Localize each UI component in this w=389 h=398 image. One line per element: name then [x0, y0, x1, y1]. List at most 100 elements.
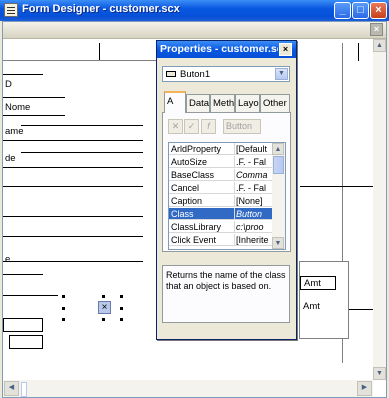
form-line: [3, 295, 58, 296]
property-value: [None]: [234, 195, 274, 207]
property-list-scrollbar[interactable]: ▲ ▼: [272, 143, 285, 249]
property-value: c:\proo: [234, 221, 274, 233]
field-label: D: [5, 79, 12, 90]
properties-title: Properties - customer.scx: [160, 43, 278, 55]
tab-methods[interactable]: Meth: [210, 94, 235, 112]
resize-handle[interactable]: [102, 318, 105, 321]
command-button-icon: [166, 71, 176, 77]
property-name: ArldProperty: [171, 144, 222, 154]
property-value: .F. - Fal: [234, 156, 274, 168]
tab-other[interactable]: Other: [260, 94, 290, 112]
scroll-thumb[interactable]: [21, 382, 27, 397]
window-title: Form Designer - customer.scx: [22, 3, 180, 15]
form-line: [3, 140, 143, 141]
object-select[interactable]: Buton1 ▼: [162, 66, 290, 82]
close-button[interactable]: ×: [370, 2, 387, 19]
property-value: Comma: [234, 169, 274, 181]
property-value: [Inherite: [234, 234, 274, 246]
resize-handle[interactable]: [120, 295, 123, 298]
property-row[interactable]: AutoSize .F. - Fal: [169, 156, 272, 168]
form-line: [3, 274, 43, 275]
function-icon[interactable]: f: [201, 119, 216, 134]
selected-command-button[interactable]: ×: [98, 301, 111, 314]
accept-edit-icon[interactable]: ✓: [184, 119, 199, 134]
form-line: [99, 43, 100, 61]
property-name: Cancel: [171, 183, 200, 193]
field-label: Nome: [5, 102, 31, 113]
properties-title-bar[interactable]: Properties - customer.scx ×: [157, 41, 296, 58]
property-value: [Default: [234, 143, 274, 155]
resize-handle[interactable]: [102, 295, 105, 298]
form-line: [3, 60, 158, 61]
form-designer-window: Form Designer - customer.scx _ □ × × D N…: [0, 0, 389, 398]
amount-label: Amt: [304, 278, 321, 289]
chevron-down-icon[interactable]: ▼: [275, 68, 288, 80]
property-row[interactable]: Click Event [Inherite: [169, 234, 272, 246]
vertical-scrollbar[interactable]: ▲ ▼: [373, 39, 386, 380]
property-name: Caption: [171, 196, 203, 206]
field-label: e: [5, 254, 11, 265]
property-row[interactable]: Cancel .F. - Fal: [169, 182, 272, 194]
property-value: .F. - Fal: [234, 182, 274, 194]
field-label: ame: [5, 126, 24, 137]
property-name: Click Event: [171, 235, 217, 245]
property-value-input[interactable]: Button: [223, 119, 261, 134]
form-line: [3, 115, 65, 116]
property-name: BaseClass: [171, 170, 215, 180]
title-bar[interactable]: Form Designer - customer.scx _ □ ×: [0, 0, 389, 21]
resize-handle[interactable]: [120, 318, 123, 321]
form-line: [3, 74, 43, 75]
form-line: [3, 186, 143, 187]
tab-data[interactable]: Data: [186, 94, 210, 112]
property-description: Returns the name of the class that an ob…: [162, 265, 290, 323]
form-icon: [4, 3, 18, 17]
tab-layout[interactable]: Layo: [235, 94, 260, 112]
object-select-value: Buton1: [180, 69, 211, 80]
amount-textbox[interactable]: Amt: [300, 276, 336, 290]
property-value: Button: [234, 208, 274, 220]
form-line: [358, 43, 359, 61]
property-row-selected[interactable]: Class Button: [169, 208, 272, 220]
form-textbox[interactable]: [9, 335, 43, 349]
form-line: [21, 152, 143, 153]
form-line: [3, 97, 65, 98]
horizontal-scrollbar[interactable]: ◀ ▶: [3, 380, 373, 397]
form-line: [3, 236, 143, 237]
form-line: [3, 261, 143, 262]
minimize-button[interactable]: _: [334, 2, 351, 19]
scroll-up-arrow[interactable]: ▲: [272, 143, 284, 155]
form-line: [3, 216, 143, 217]
form-textbox[interactable]: [3, 318, 43, 332]
form-line: [300, 186, 373, 187]
scroll-up-arrow[interactable]: ▲: [373, 39, 386, 52]
resize-handle[interactable]: [62, 318, 65, 321]
document-close-button[interactable]: ×: [370, 23, 383, 36]
properties-tab-panel: ✕ ✓ f Button ArldProperty [Default AutoS…: [162, 112, 291, 252]
maximize-button[interactable]: □: [352, 2, 369, 19]
resize-handle[interactable]: [62, 295, 65, 298]
property-row[interactable]: BaseClass Comma: [169, 169, 272, 181]
form-frame[interactable]: [299, 261, 349, 339]
scroll-thumb[interactable]: [273, 156, 284, 174]
property-row[interactable]: Caption [None]: [169, 195, 272, 207]
amount-label: Amt: [303, 301, 320, 312]
form-line: [3, 167, 143, 168]
property-row[interactable]: ArldProperty [Default: [169, 143, 272, 155]
scroll-left-arrow[interactable]: ◀: [4, 381, 19, 396]
cancel-edit-icon[interactable]: ✕: [168, 119, 183, 134]
scroll-down-arrow[interactable]: ▼: [272, 237, 284, 249]
resize-handle[interactable]: [62, 307, 65, 310]
form-line: [21, 125, 143, 126]
properties-window: Properties - customer.scx × Buton1 ▼ A D…: [156, 40, 297, 340]
tab-all[interactable]: A: [164, 91, 186, 113]
property-list[interactable]: ArldProperty [Default AutoSize .F. - Fal…: [168, 142, 286, 250]
property-name: AutoSize: [171, 157, 208, 167]
property-row[interactable]: ClassLibrary c:\proo: [169, 221, 272, 233]
property-name: Class: [171, 209, 194, 219]
properties-close-button[interactable]: ×: [279, 43, 292, 56]
property-name: ClassLibrary: [171, 222, 222, 232]
field-label: de: [5, 153, 16, 164]
resize-handle[interactable]: [120, 307, 123, 310]
scroll-down-arrow[interactable]: ▼: [373, 367, 386, 380]
scroll-right-arrow[interactable]: ▶: [357, 381, 372, 396]
